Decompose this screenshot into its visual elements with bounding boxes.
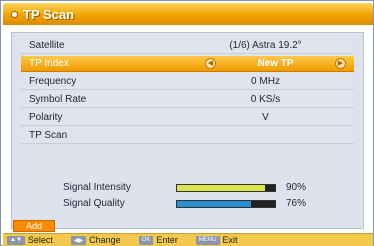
signal-quality-bar <box>176 200 276 208</box>
row-value: New TP <box>257 58 294 69</box>
row-frequency[interactable]: Frequency 0 MHz <box>21 74 354 90</box>
row-tp-scan[interactable]: TP Scan <box>21 128 354 144</box>
right-arrow-icon[interactable]: ▶ <box>335 58 346 69</box>
row-value: (1/6) Astra 19.2° <box>229 40 302 51</box>
tp-scan-window: TP Scan Satellite (1/6) Astra 19.2° TP I… <box>0 0 374 246</box>
row-label: TP Scan <box>29 130 68 141</box>
hint-exit: MENU Exit <box>195 235 238 245</box>
hint-select: ▲▼ Select <box>7 235 53 245</box>
left-right-key-icon: ◀▶ <box>70 235 87 245</box>
row-value: 0 KS/s <box>250 94 281 105</box>
hint-label: Exit <box>222 235 238 245</box>
bullet-icon <box>11 10 18 18</box>
signal-intensity-label: Signal Intensity <box>63 182 131 193</box>
hint-label: Change <box>89 235 121 245</box>
hint-enter: OK Enter <box>138 235 178 245</box>
signal-quality-label: Signal Quality <box>63 198 125 209</box>
ok-key-icon: OK <box>138 235 154 245</box>
signal-quality-value: 76% <box>286 198 307 209</box>
row-value: 0 MHz <box>251 76 280 87</box>
hint-label: Enter <box>156 235 178 245</box>
row-label: Satellite <box>29 40 65 51</box>
signal-intensity-bar <box>176 184 276 192</box>
signal-intensity-value: 90% <box>286 182 307 193</box>
left-arrow-icon[interactable]: ◀ <box>205 58 216 69</box>
page-title: TP Scan <box>23 6 75 22</box>
row-label: Frequency <box>29 76 77 87</box>
title-bar: TP Scan <box>3 3 373 25</box>
tp-index-selector[interactable]: ◀ New TP ▶ <box>201 58 354 69</box>
row-symbol-rate[interactable]: Symbol Rate 0 KS/s <box>21 92 354 108</box>
row-value: V <box>262 112 269 123</box>
menu-key-icon: MENU <box>195 235 220 245</box>
row-label: Symbol Rate <box>29 94 87 105</box>
row-label: Polarity <box>29 112 63 123</box>
hint-change: ◀▶ Change <box>70 235 121 245</box>
row-tp-index[interactable]: TP Index ◀ New TP ▶ <box>21 56 354 72</box>
signal-intensity-fill <box>177 185 266 191</box>
up-down-key-icon: ▲▼ <box>7 235 25 245</box>
signal-quality-fill <box>177 201 252 207</box>
row-polarity[interactable]: Polarity V <box>21 110 354 126</box>
add-button[interactable]: Add <box>13 220 55 232</box>
hint-label: Select <box>27 235 53 245</box>
row-satellite[interactable]: Satellite (1/6) Astra 19.2° <box>21 38 354 54</box>
row-label: TP Index <box>29 58 69 69</box>
footer-hints: ▲▼ Select ◀▶ Change OK Enter MENU Exit <box>3 233 373 246</box>
